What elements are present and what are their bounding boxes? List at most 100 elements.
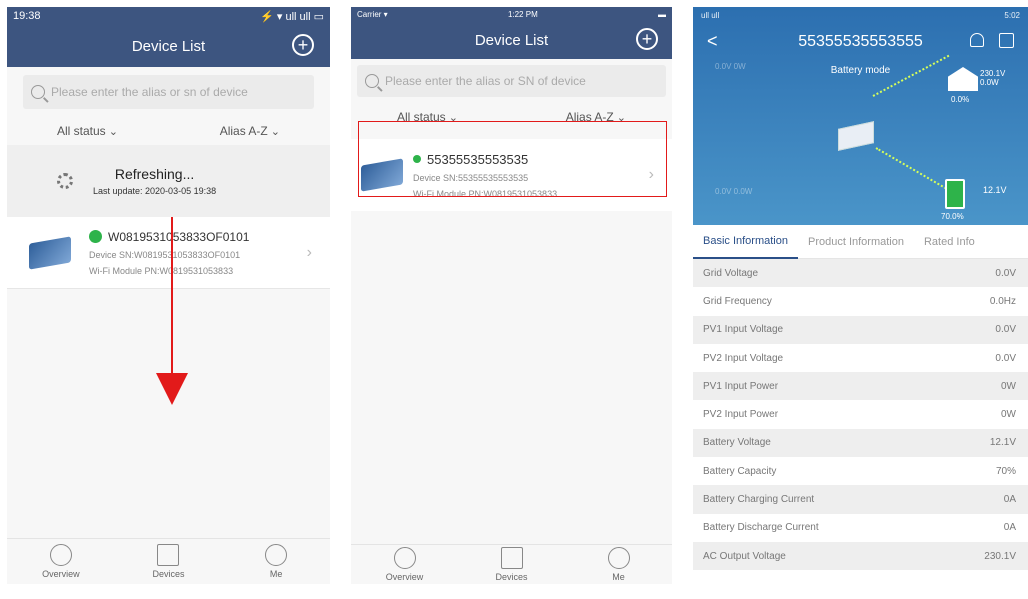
- status-time: 19:38: [13, 10, 41, 22]
- tab-devices[interactable]: Devices: [472, 547, 552, 582]
- search-icon: [365, 74, 379, 88]
- device-detail-screen: ull ull 5:02 < 55355535553555 Battery mo…: [693, 7, 1028, 577]
- info-value: 0.0V: [995, 324, 1016, 336]
- info-label: PV2 Input Power: [703, 409, 779, 421]
- pull-down-arrow-line: [171, 217, 173, 377]
- status-filter-dropdown[interactable]: All status: [57, 124, 118, 138]
- info-row: Battery Capacity 70%: [693, 457, 1028, 485]
- info-tabs: Basic Information Product Information Ra…: [693, 225, 1028, 259]
- info-value: 0W: [1001, 409, 1016, 421]
- device-name: W0819531053833OF0101: [108, 229, 250, 244]
- info-label: PV1 Input Voltage: [703, 324, 784, 336]
- flow-line-to-battery: [875, 147, 950, 191]
- overview-icon: [49, 544, 72, 566]
- chevron-right-icon: ›: [306, 243, 312, 261]
- info-label: Grid Voltage: [703, 267, 759, 279]
- online-status-icon: [89, 230, 102, 243]
- info-label: Battery Voltage: [703, 437, 771, 449]
- bell-icon[interactable]: [970, 33, 984, 47]
- info-value: 0A: [1003, 494, 1016, 506]
- info-row: Grid Voltage 0.0V: [693, 259, 1028, 288]
- info-row: AC Output Voltage 230.1V: [693, 541, 1028, 571]
- info-label: Battery Charging Current: [703, 494, 815, 506]
- battery-icon: ▬: [657, 9, 666, 19]
- info-row: Grid Frequency 0.0Hz: [693, 287, 1028, 315]
- page-title: Device List: [131, 37, 206, 55]
- battery-percent: 70.0%: [941, 212, 964, 221]
- loading-spinner-icon: [57, 173, 73, 189]
- info-label: AC Output Voltage: [703, 550, 786, 562]
- info-label: PV1 Input Power: [703, 380, 779, 392]
- add-device-icon[interactable]: +: [292, 34, 314, 56]
- battery-voltage: 12.1V: [983, 185, 1007, 195]
- energy-flow-panel: ull ull 5:02 < 55355535553555 Battery mo…: [693, 7, 1028, 225]
- tab-me[interactable]: Me: [579, 547, 659, 582]
- info-value: 0.0V: [995, 352, 1016, 364]
- tab-rated-information[interactable]: Rated Info: [914, 225, 985, 259]
- info-row: PV2 Input Voltage 0.0V: [693, 344, 1028, 372]
- overview-icon: [393, 547, 416, 569]
- page-title: Device List: [474, 31, 549, 49]
- device-list-item[interactable]: W0819531053833OF0101 Device SN:W08195310…: [7, 217, 330, 289]
- battery-icon: [945, 179, 965, 209]
- search-bar[interactable]: [357, 65, 666, 97]
- status-bar: ull ull 5:02: [701, 10, 1020, 20]
- highlight-box: [358, 121, 667, 197]
- devices-icon: [157, 544, 180, 566]
- info-row: PV1 Input Power 0W: [693, 372, 1028, 401]
- info-row: PV1 Input Voltage 0.0V: [693, 315, 1028, 344]
- inverter-icon: [29, 235, 71, 270]
- add-device-icon[interactable]: +: [636, 28, 658, 50]
- device-list-screen: Carrier ▾ 1:22 PM ▬ Device List + All st…: [351, 7, 672, 584]
- search-bar[interactable]: [23, 75, 314, 109]
- info-row: Battery Voltage 12.1V: [693, 428, 1028, 458]
- info-value: 12.1V: [989, 437, 1016, 449]
- tab-me[interactable]: Me: [236, 544, 316, 579]
- filter-bar: All status Alias A-Z: [7, 117, 330, 145]
- header: Carrier ▾ 1:22 PM ▬ Device List +: [351, 7, 672, 59]
- device-list-refreshing-screen: 19:38 ⚡ ▾ ull ull ▭ Device List + All st…: [7, 7, 330, 584]
- devices-icon: [500, 547, 523, 569]
- search-input[interactable]: [385, 74, 658, 88]
- tab-devices[interactable]: Devices: [128, 544, 208, 579]
- info-value: 230.1V: [984, 550, 1016, 562]
- tab-product-information[interactable]: Product Information: [798, 225, 914, 259]
- info-row: Battery Discharge Current 0A: [693, 514, 1028, 542]
- info-row: PV2 Input Power 0W: [693, 400, 1028, 428]
- home-load-percent: 0.0%: [951, 95, 970, 104]
- status-icons: ⚡ ▾ ull ull ▭: [260, 10, 324, 23]
- search-icon: [31, 85, 45, 99]
- edit-icon[interactable]: [999, 33, 1014, 48]
- refresh-indicator: Refreshing... Last update: 2020-03-05 19…: [7, 145, 330, 217]
- sort-dropdown[interactable]: Alias A-Z: [220, 124, 280, 138]
- home-readout: 230.1V 0.0W: [980, 69, 1006, 87]
- info-label: Battery Capacity: [703, 465, 777, 477]
- last-update-text: Last update: 2020-03-05 19:38: [93, 186, 217, 196]
- tab-basic-information[interactable]: Basic Information: [693, 225, 798, 259]
- pv-bottom-readout: 0.0V 0.0W: [715, 187, 753, 196]
- user-icon: [607, 547, 630, 569]
- search-input[interactable]: [51, 85, 306, 99]
- info-value: 0.0Hz: [989, 295, 1016, 307]
- bottom-tab-bar: Overview Devices Me: [351, 544, 672, 584]
- device-sn: Device SN:W0819531053833OF0101: [89, 249, 241, 260]
- refresh-title: Refreshing...: [114, 166, 195, 182]
- tab-overview[interactable]: Overview: [365, 547, 445, 582]
- bottom-tab-bar: Overview Devices Me: [7, 538, 330, 584]
- info-value: 0W: [1001, 380, 1016, 392]
- status-bar: Carrier ▾ 1:22 PM ▬: [351, 7, 672, 21]
- status-bar: 19:38 ⚡ ▾ ull ull ▭: [7, 7, 330, 25]
- info-value: 70%: [995, 465, 1016, 477]
- info-label: Battery Discharge Current: [703, 522, 819, 534]
- info-label: PV2 Input Voltage: [703, 352, 784, 364]
- tab-overview[interactable]: Overview: [21, 544, 101, 579]
- status-time: 1:22 PM: [507, 9, 538, 19]
- info-row: Battery Charging Current 0A: [693, 485, 1028, 514]
- wifi-module-pn: Wi-Fi Module PN:W0819531053833: [89, 265, 234, 276]
- status-carrier: Carrier ▾: [357, 9, 388, 19]
- user-icon: [265, 544, 288, 566]
- pull-down-arrow-icon: [156, 373, 188, 405]
- inverter-icon: [838, 121, 874, 151]
- pv-top-readout: 0.0V 0W: [715, 62, 746, 71]
- info-label: Grid Frequency: [703, 295, 772, 307]
